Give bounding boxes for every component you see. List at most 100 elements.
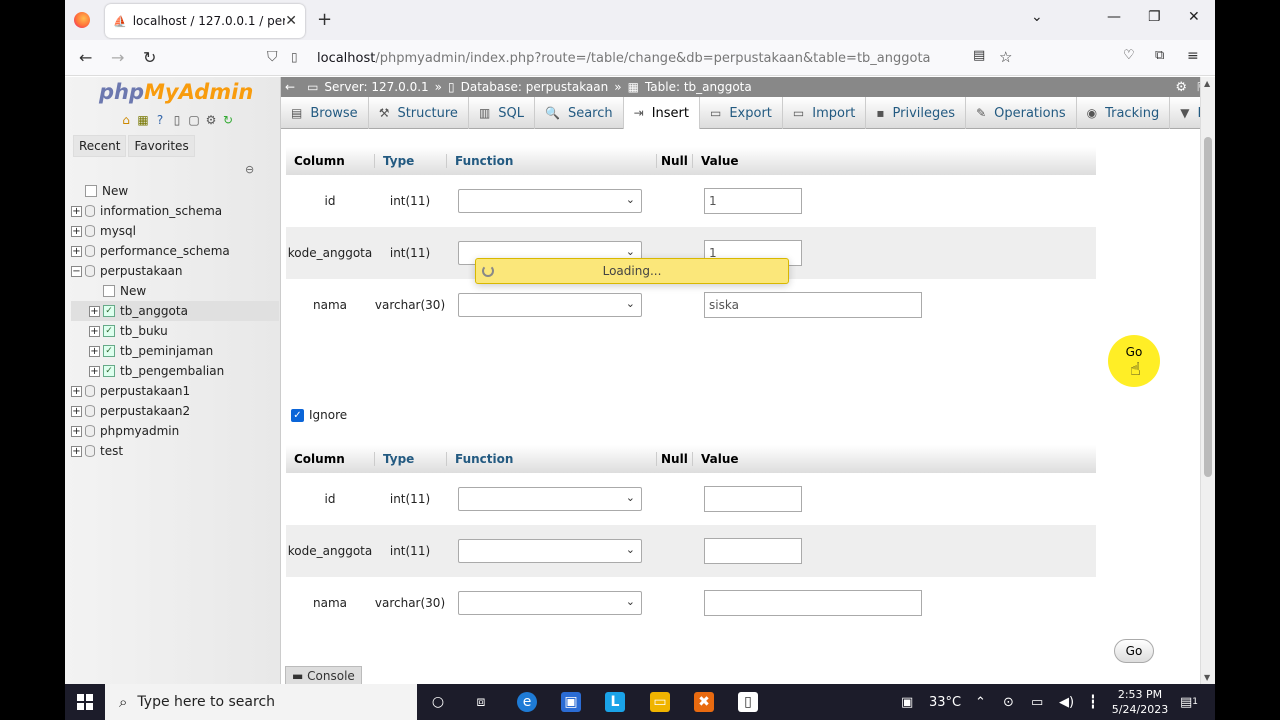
- go-button-2[interactable]: Go: [1114, 639, 1154, 663]
- function-select[interactable]: ⌄: [458, 189, 642, 213]
- value-input[interactable]: [704, 590, 922, 616]
- close-window-button[interactable]: ✕: [1188, 9, 1200, 25]
- tree-item[interactable]: + ✓ tb_anggota: [71, 301, 279, 321]
- app-l-icon[interactable]: L: [605, 692, 625, 712]
- link-icon[interactable]: ⊖: [245, 163, 254, 176]
- crumb-database[interactable]: Database: perpustakaan: [461, 80, 609, 94]
- tree-item[interactable]: + ✓ tb_pengembalian: [71, 361, 279, 381]
- expand-icon[interactable]: +: [89, 325, 100, 337]
- value-input[interactable]: siska: [704, 292, 922, 318]
- reload-nav-icon[interactable]: ↻: [221, 113, 235, 127]
- sql-query-icon[interactable]: ▦: [136, 113, 150, 127]
- tree-item[interactable]: + information_schema: [71, 201, 279, 221]
- volume-icon[interactable]: ◀): [1059, 684, 1074, 720]
- expand-icon[interactable]: +: [71, 425, 82, 437]
- list-tabs-icon[interactable]: ⌄: [1031, 9, 1043, 25]
- tree-item[interactable]: + test: [71, 441, 279, 461]
- reader-view-icon[interactable]: ▤: [973, 48, 985, 63]
- function-select[interactable]: ⌄: [458, 591, 642, 615]
- expand-icon[interactable]: +: [89, 345, 100, 357]
- tree-item[interactable]: + phpmyadmin: [71, 421, 279, 441]
- tab-operations[interactable]: ✎ Operations: [966, 97, 1077, 129]
- tab-export[interactable]: ▭ Export: [700, 97, 783, 129]
- expand-icon[interactable]: +: [89, 365, 100, 377]
- weather-icon[interactable]: ▣: [901, 684, 913, 720]
- main-scrollbar[interactable]: ▲ ▼: [1200, 77, 1215, 684]
- docs-icon[interactable]: ?: [153, 113, 167, 127]
- tree-item-label[interactable]: mysql: [100, 221, 136, 241]
- menu-icon[interactable]: ≡: [1187, 48, 1199, 64]
- temperature[interactable]: 33°C: [929, 684, 961, 720]
- task-view-icon[interactable]: ⧈: [471, 692, 491, 712]
- expand-icon[interactable]: +: [71, 385, 82, 397]
- tree-item[interactable]: − perpustakaan: [71, 261, 279, 281]
- tree-item[interactable]: + mysql: [71, 221, 279, 241]
- expand-icon[interactable]: +: [71, 445, 82, 457]
- value-input[interactable]: 1: [704, 188, 802, 214]
- notepad-icon[interactable]: ▯: [738, 692, 758, 712]
- expand-icon[interactable]: +: [89, 305, 100, 317]
- tab-insert[interactable]: ⇥ Insert: [623, 97, 700, 129]
- function-select[interactable]: ⌄: [458, 293, 642, 317]
- clock[interactable]: 2:53 PM 5/24/2023: [1105, 687, 1175, 717]
- function-select[interactable]: ⌄: [458, 539, 642, 563]
- expand-icon[interactable]: +: [71, 245, 82, 257]
- file-explorer-icon[interactable]: ▭: [650, 692, 670, 712]
- bookmark-star-icon[interactable]: ☆: [999, 48, 1012, 66]
- tab-structure[interactable]: ⚒ Structure: [369, 97, 469, 129]
- tab-recent[interactable]: Recent: [73, 135, 127, 157]
- page-info-icon[interactable]: ▯: [291, 50, 298, 64]
- tree-item[interactable]: + perpustakaan2: [71, 401, 279, 421]
- function-select[interactable]: ⌄: [458, 487, 642, 511]
- tree-item[interactable]: + perpustakaan1: [71, 381, 279, 401]
- xampp-icon[interactable]: ✖: [694, 692, 714, 712]
- cortana-icon[interactable]: ○: [428, 692, 448, 712]
- pma-logo[interactable]: phpMyAdmin: [99, 80, 253, 104]
- expand-icon[interactable]: +: [71, 225, 82, 237]
- new-tab-button[interactable]: +: [317, 9, 332, 30]
- tab-sql[interactable]: ▥ SQL: [469, 97, 536, 129]
- expand-icon[interactable]: +: [71, 205, 82, 217]
- tree-item-label[interactable]: information_schema: [100, 201, 222, 221]
- tab-tracking[interactable]: ◉ Tracking: [1077, 97, 1171, 129]
- notification-icon[interactable]: ▤ 1: [1180, 684, 1198, 720]
- tree-item[interactable]: New: [71, 181, 279, 201]
- tree-item-label[interactable]: perpustakaan1: [100, 381, 190, 401]
- shield-icon[interactable]: ⛉: [267, 49, 278, 65]
- browser-tab[interactable]: ⛵ localhost / 127.0.0.1 / perpustak ✕: [105, 4, 305, 38]
- value-input[interactable]: [704, 538, 802, 564]
- edge-icon[interactable]: e: [517, 692, 537, 712]
- windows-start-icon[interactable]: [77, 694, 93, 710]
- console-tab[interactable]: ▬ Console: [285, 666, 362, 684]
- tree-item-label[interactable]: phpmyadmin: [100, 421, 179, 441]
- battery-icon[interactable]: ▭: [1031, 684, 1043, 720]
- reload-button[interactable]: ↻: [143, 48, 156, 67]
- tree-item-label[interactable]: tb_pengembalian: [120, 361, 224, 381]
- ignore-checkbox[interactable]: ✓ Ignore: [291, 408, 347, 422]
- settings-icon[interactable]: ⚙: [204, 113, 218, 127]
- crumb-table[interactable]: Table: tb_anggota: [645, 80, 752, 94]
- collapse-arrow-icon[interactable]: ←: [285, 80, 295, 94]
- collapse-icon[interactable]: −: [71, 265, 82, 277]
- close-tab-icon[interactable]: ✕: [285, 13, 297, 29]
- settings-gear-icon[interactable]: ⚙: [1175, 80, 1187, 95]
- extensions-icon[interactable]: ⧉: [1155, 48, 1164, 63]
- firefox-icon[interactable]: [74, 12, 90, 28]
- scroll-up-icon[interactable]: ▲: [1204, 79, 1210, 88]
- network-icon[interactable]: ⊙: [1003, 684, 1014, 720]
- expand-icon[interactable]: +: [71, 405, 82, 417]
- tab-browse[interactable]: ▤ Browse: [281, 97, 369, 129]
- checkbox-checked-icon[interactable]: ✓: [291, 408, 304, 422]
- tab-privileges[interactable]: ▪ Privileges: [866, 97, 967, 129]
- tree-item-label[interactable]: tb_peminjaman: [120, 341, 213, 361]
- store-icon[interactable]: ▣: [561, 692, 581, 712]
- sql-docs-icon[interactable]: ▯: [170, 113, 184, 127]
- scroll-down-icon[interactable]: ▼: [1204, 673, 1210, 682]
- mic-icon[interactable]: ┇: [1089, 684, 1097, 720]
- tree-item-label[interactable]: perpustakaan2: [100, 401, 190, 421]
- copy-icon[interactable]: ▢: [187, 113, 201, 127]
- tab-search[interactable]: 🔍 Search: [535, 97, 624, 129]
- tree-item-label[interactable]: tb_buku: [120, 321, 168, 341]
- tab-favorites[interactable]: Favorites: [128, 135, 195, 157]
- crumb-server[interactable]: Server: 127.0.0.1: [324, 80, 428, 94]
